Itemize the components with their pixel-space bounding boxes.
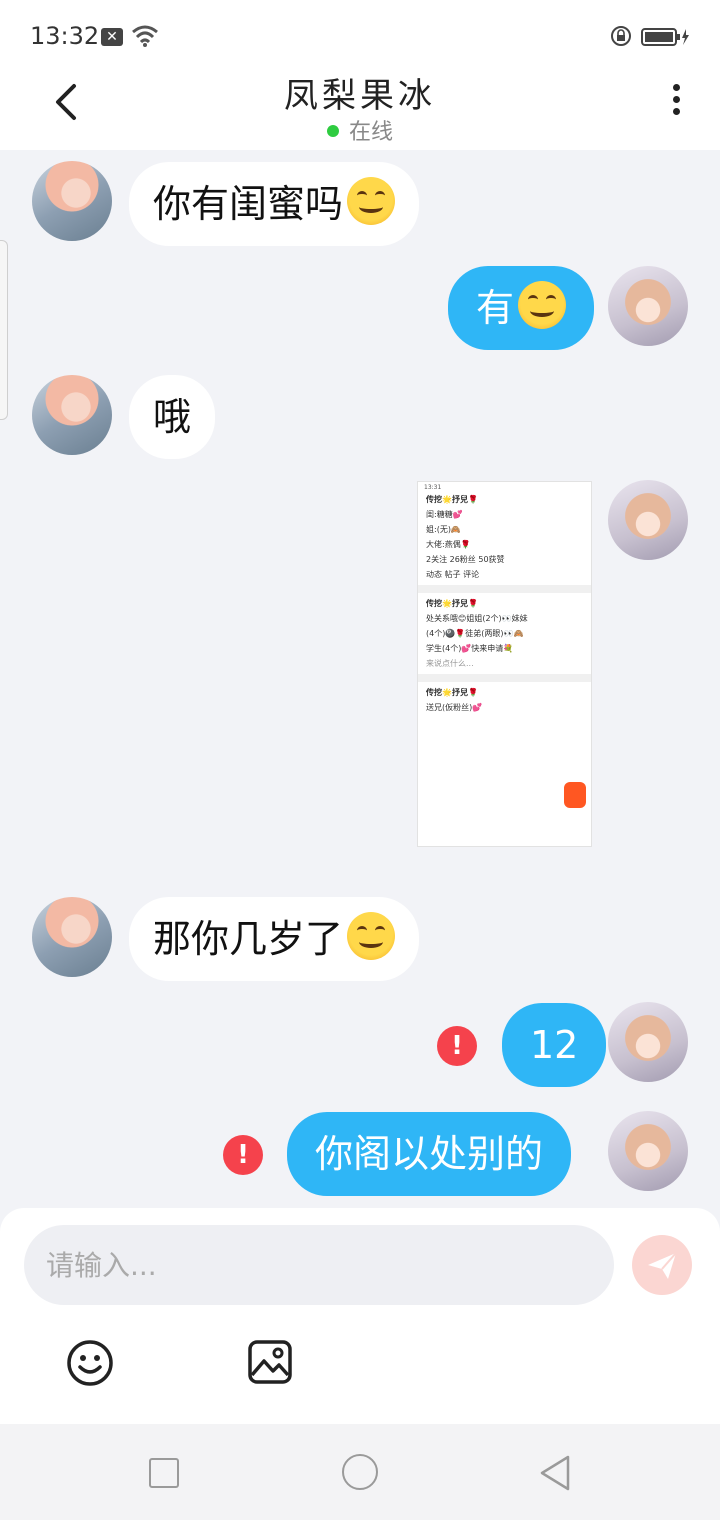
home-icon[interactable] — [342, 1454, 378, 1490]
shot-line: 来说点什么... — [426, 659, 474, 668]
online-dot-icon — [326, 125, 339, 137]
shot-line: 闺:糖糖💕 — [426, 510, 463, 519]
message-bubble-outgoing[interactable]: 有 — [448, 266, 595, 350]
send-failed-icon[interactable]: ! — [223, 1135, 263, 1175]
message-input[interactable] — [24, 1225, 614, 1305]
message-bubble-outgoing[interactable]: 你阁以处别的 — [287, 1112, 572, 1196]
heart-icon — [564, 782, 586, 808]
avatar-contact[interactable] — [32, 375, 112, 455]
more-vertical-icon[interactable] — [668, 84, 684, 120]
shot-line: 学生(4个)💕快来申请💐 — [426, 644, 514, 653]
message-bubble-incoming[interactable]: 哦 — [129, 375, 216, 459]
shot-status-time: 13:31 — [424, 484, 442, 491]
shot-line: 处关系哦😊姐姐(2个)👀妹妹 — [426, 614, 528, 623]
send-button[interactable] — [632, 1235, 692, 1295]
avatar-contact[interactable] — [32, 161, 112, 241]
avatar-self[interactable] — [608, 480, 688, 560]
smiling-face-emoji-icon — [347, 177, 396, 225]
send-failed-icon[interactable]: ! — [437, 1026, 477, 1066]
rotation-lock-icon — [611, 26, 631, 46]
sim-disabled-icon: ✕ — [101, 28, 123, 46]
shot-line: 2关注 26粉丝 50获赞 — [426, 555, 505, 564]
avatar-contact[interactable] — [32, 897, 112, 977]
message-text: 你有闺蜜吗 — [153, 182, 344, 226]
avatar-self[interactable] — [608, 1111, 688, 1191]
message-text: 12 — [530, 1023, 579, 1067]
status-time: 13:32 — [30, 22, 100, 50]
recent-apps-icon[interactable] — [149, 1458, 179, 1488]
online-status-label: 在线 — [348, 120, 393, 145]
shot-line: 动态 帖子 评论 — [426, 570, 480, 579]
send-icon — [648, 1252, 677, 1279]
message-text: 哦 — [153, 395, 192, 439]
shot-line: 传挖🌟抒兒🌹 — [426, 495, 478, 504]
message-bubble-incoming[interactable]: 你有闺蜜吗 — [129, 162, 420, 246]
system-navigation-bar — [0, 1424, 720, 1520]
avatar-self[interactable] — [608, 1002, 688, 1082]
shot-line: 送兄(仮粉丝)💕 — [426, 703, 483, 712]
image-icon[interactable] — [247, 1339, 293, 1385]
shot-line: 姐:(无)🙈 — [426, 525, 461, 534]
shot-line: 传挖🌟抒兒🌹 — [426, 688, 478, 697]
message-bubble-incoming[interactable]: 那你几岁了 — [129, 897, 420, 981]
message-text: 有 — [476, 286, 515, 330]
message-bubble-outgoing[interactable]: 12 — [502, 1003, 607, 1087]
message-text: 那你几岁了 — [153, 917, 344, 961]
status-bar: 13:32 ✕ — [0, 0, 720, 70]
emoji-icon[interactable] — [66, 1339, 114, 1387]
smiling-face-emoji-icon — [518, 281, 567, 329]
nav-back-icon[interactable] — [538, 1454, 572, 1492]
online-status: 在线 — [0, 114, 720, 146]
shot-line: 传挖🌟抒兒🌹 — [426, 599, 478, 608]
message-text: 你阁以处别的 — [315, 1132, 544, 1176]
shot-line: 大佬:燕偶🌹 — [426, 540, 471, 549]
message-composer — [0, 1208, 720, 1424]
battery-charging-icon — [641, 28, 689, 46]
wifi-icon — [132, 25, 158, 47]
image-message-screenshot[interactable]: 13:31 传挖🌟抒兒🌹 闺:糖糖💕 姐:(无)🙈 大佬:燕偶🌹 2关注 26粉… — [417, 481, 592, 847]
shot-line: (4个)🎱🌹徒弟(两眼)👀🙈 — [426, 629, 524, 638]
smiling-face-emoji-icon — [347, 912, 396, 960]
avatar-self[interactable] — [608, 266, 688, 346]
contact-name: 凤梨果冰 — [284, 76, 436, 116]
chat-header: 凤梨果冰 在线 — [0, 70, 720, 150]
side-drawer-handle[interactable] — [0, 240, 8, 420]
